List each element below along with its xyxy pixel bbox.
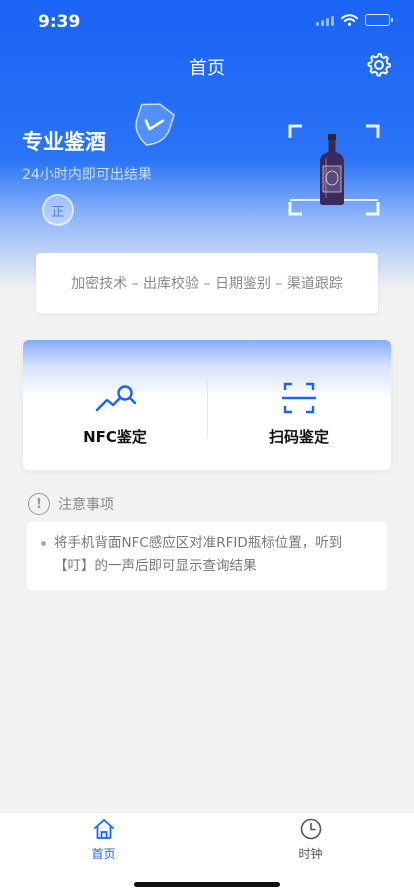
status-bar: 9:39 (0, 0, 414, 44)
tab-home-label: 首页 (91, 847, 116, 861)
warning-icon: ! (28, 493, 50, 515)
tab-home[interactable]: 首页 (0, 817, 207, 867)
gear-icon[interactable] (366, 52, 392, 78)
page-title: 首页 (189, 58, 225, 79)
wine-bottle-image (320, 134, 344, 205)
tab-clock[interactable]: 时钟 (207, 817, 414, 867)
battery-icon (365, 14, 393, 26)
tab-clock-label: 时钟 (298, 847, 323, 861)
nfc-verify-label: NFC鉴定 (83, 428, 147, 446)
scan-verify-button[interactable]: 扫码鉴定 (207, 340, 391, 470)
hero-subtitle: 24小时内即可出结果 (22, 167, 152, 183)
notice-header: ! 注意事项 (28, 493, 114, 515)
status-time: 9:39 (38, 12, 81, 32)
seal-icon: 正 (42, 194, 74, 226)
scan-verify-label: 扫码鉴定 (268, 428, 329, 446)
list-item: 将手机背面NFC感应区对准RFID瓶标位置，听到【叮】的一声后即可显示查询结果 (41, 532, 373, 578)
clock-icon (300, 818, 321, 840)
bullet (41, 541, 46, 546)
home-icon (93, 819, 114, 839)
features-card: 加密技术 – 出库校验 – 日期鉴别 – 渠道跟踪 (36, 253, 378, 313)
notice-card: 将手机背面NFC感应区对准RFID瓶标位置，听到【叮】的一声后即可显示查询结果 (27, 522, 387, 590)
status-icons (316, 14, 393, 26)
actions-card: NFC鉴定 扫码鉴定 (23, 340, 391, 470)
features-text: 加密技术 – 出库校验 – 日期鉴别 – 渠道跟踪 (71, 276, 343, 292)
wifi-icon (341, 14, 358, 26)
home-indicator (134, 882, 280, 887)
notice-text: 将手机背面NFC感应区对准RFID瓶标位置，听到【叮】的一声后即可显示查询结果 (54, 535, 343, 574)
notice-title: 注意事项 (58, 497, 114, 513)
shield-check-icon (135, 103, 175, 146)
hero-title: 专业鉴酒 (22, 130, 106, 154)
nfc-verify-button[interactable]: NFC鉴定 (23, 340, 207, 470)
nfc-chart-icon (95, 385, 137, 412)
scan-icon (282, 382, 316, 414)
signal-icon (316, 15, 334, 26)
